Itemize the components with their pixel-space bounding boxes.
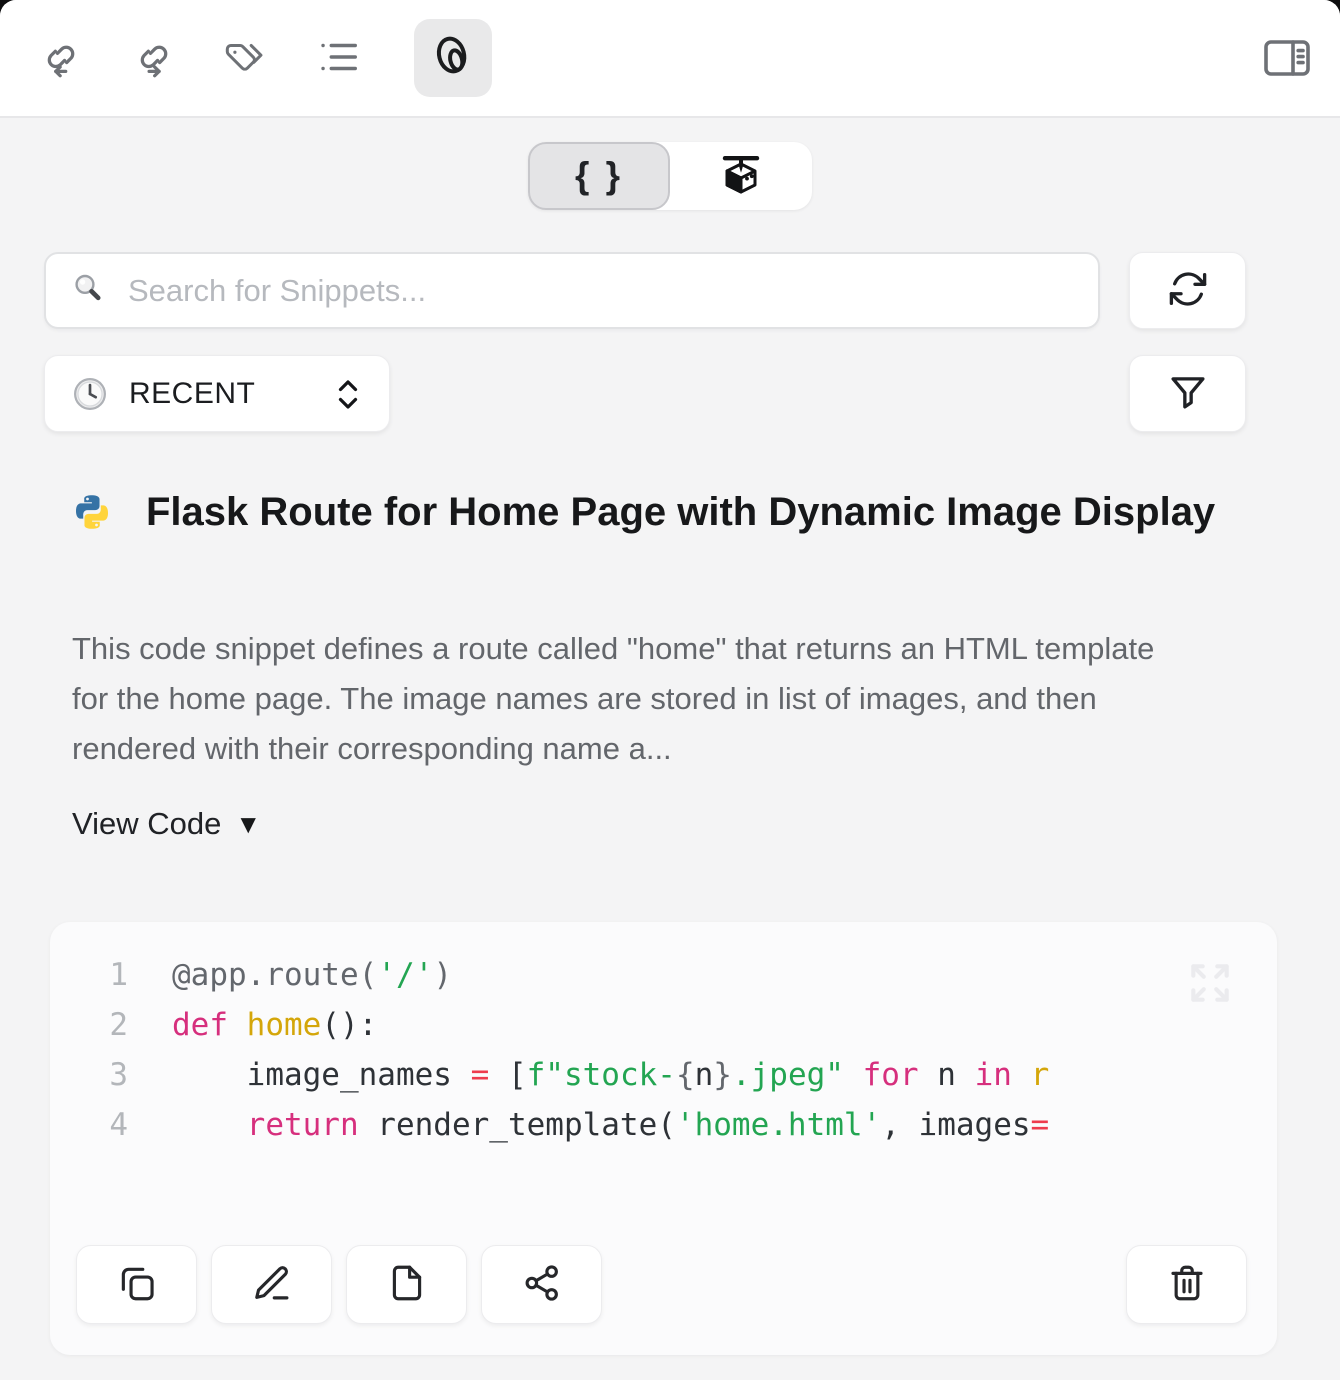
code-text: return render_template('home.html', imag…: [172, 1100, 1049, 1150]
code-line: 4 return render_template('home.html', im…: [50, 1100, 1277, 1150]
line-number: 4: [50, 1100, 128, 1150]
top-toolbar: [0, 0, 1340, 118]
tags-button[interactable]: [222, 35, 268, 81]
code-text: image_names = [f"stock-{n}.jpeg" for n i…: [172, 1050, 1049, 1100]
list-icon: [315, 34, 361, 83]
sidebar-toggle-button[interactable]: [1264, 36, 1310, 82]
braces-icon: { }: [575, 155, 623, 197]
snippet-title: Flask Route for Home Page with Dynamic I…: [146, 480, 1215, 544]
clock-icon: [71, 375, 109, 413]
search-input[interactable]: [126, 272, 1074, 310]
app-window: { }: [0, 0, 1340, 1380]
code-line: 2 def home():: [50, 1000, 1277, 1050]
snippet-actions: [76, 1245, 602, 1324]
copilot-bot-icon: [717, 151, 765, 202]
code-text: @app.route('/'): [172, 950, 452, 1000]
file-icon: [386, 1262, 428, 1307]
code-line: 1 @app.route('/'): [50, 950, 1277, 1000]
edit-button[interactable]: [211, 1245, 332, 1324]
view-toggle: { }: [528, 142, 812, 210]
line-number: 2: [50, 1000, 128, 1050]
view-code-label: View Code: [72, 806, 221, 842]
line-number: 3: [50, 1050, 128, 1100]
tags-icon: [222, 34, 268, 83]
magnifier-icon: [70, 270, 106, 311]
save-as-file-button[interactable]: [346, 1245, 467, 1324]
tab-snippets[interactable]: { }: [528, 142, 670, 210]
chevron-up-down-icon: [333, 377, 363, 411]
sort-label: RECENT: [129, 377, 255, 411]
sidebar-toggle-icon: [1261, 34, 1313, 85]
share-icon: [521, 1262, 563, 1307]
code-block-card: 1@app.route('/')2def home():3 image_name…: [50, 922, 1277, 1355]
copy-icon: [116, 1262, 158, 1307]
share-button[interactable]: [481, 1245, 602, 1324]
link-in-button[interactable]: [36, 35, 82, 81]
code-lines[interactable]: 1@app.route('/')2def home():3 image_name…: [50, 922, 1277, 1150]
toolbar-left-group: [0, 0, 1340, 116]
snippet-header: Flask Route for Home Page with Dynamic I…: [72, 480, 1252, 544]
list-view-button[interactable]: [315, 35, 361, 81]
refresh-button[interactable]: [1129, 252, 1246, 329]
content-area: { }: [0, 118, 1340, 1380]
snippet-description: This code snippet defines a route called…: [72, 624, 1182, 774]
sort-dropdown[interactable]: RECENT: [44, 355, 390, 432]
delete-button[interactable]: [1126, 1245, 1247, 1324]
link-out-icon: [129, 34, 175, 83]
refresh-icon: [1167, 268, 1209, 313]
link-in-icon: [36, 34, 82, 83]
copy-button[interactable]: [76, 1245, 197, 1324]
expand-icon: [1185, 995, 1235, 1012]
filter-button[interactable]: [1129, 355, 1246, 432]
code-line: 3 image_names = [f"stock-{n}.jpeg" for n…: [50, 1050, 1277, 1100]
caret-down-icon: ▼: [235, 809, 261, 840]
link-out-button[interactable]: [129, 35, 175, 81]
python-logo-icon: [72, 492, 112, 532]
trash-icon: [1166, 1262, 1208, 1307]
snippet-attachments-button[interactable]: [414, 19, 492, 97]
code-text: def home():: [172, 1000, 377, 1050]
tab-copilot[interactable]: [670, 142, 812, 210]
expand-button[interactable]: [1185, 958, 1235, 1013]
filter-icon: [1167, 371, 1209, 416]
view-code-toggle[interactable]: View Code ▼: [72, 806, 261, 842]
edit-pencil-icon: [251, 1262, 293, 1307]
line-number: 1: [50, 950, 128, 1000]
search-input-wrapper: [44, 252, 1100, 329]
paperclip-icon: [429, 32, 477, 85]
